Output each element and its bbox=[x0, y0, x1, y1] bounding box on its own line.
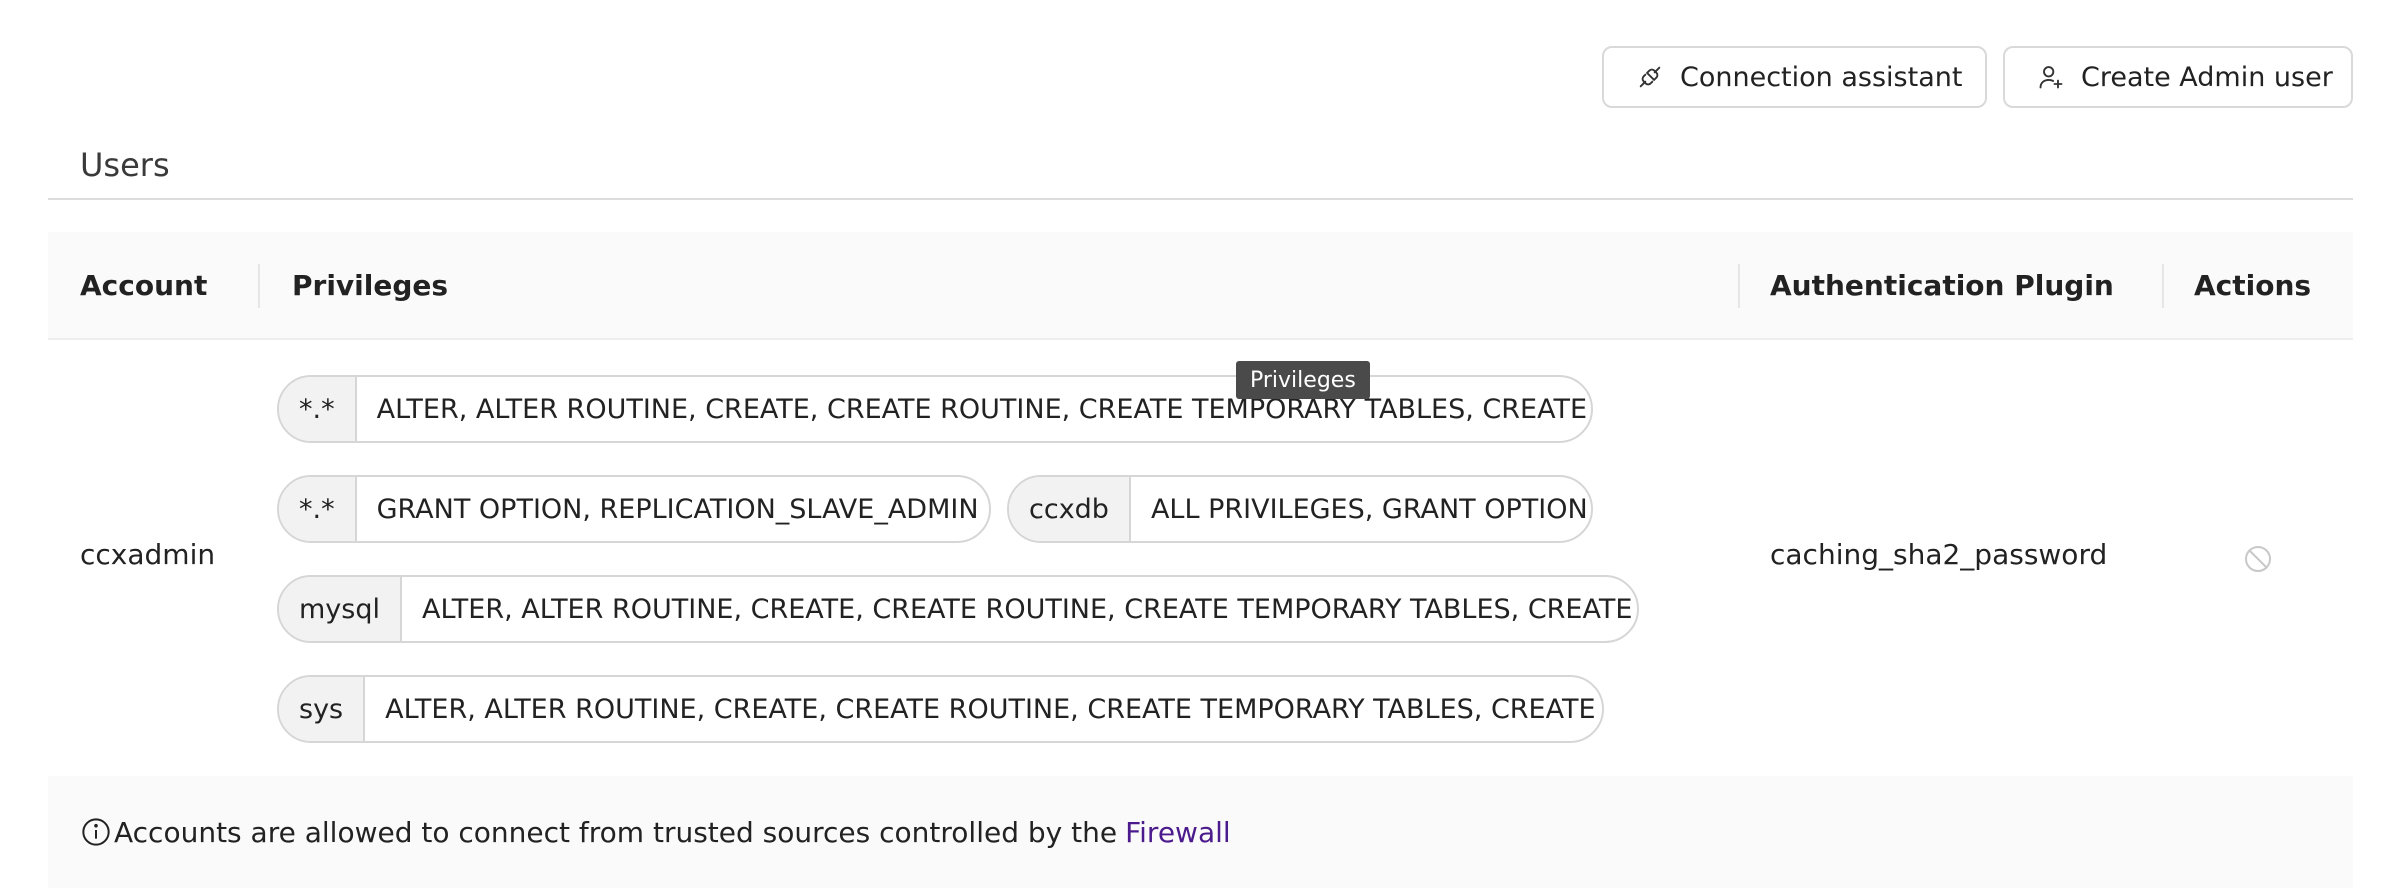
plug-icon bbox=[1634, 61, 1666, 93]
privilege-scope: mysql bbox=[279, 577, 402, 641]
column-header-auth-plugin: Authentication Plugin bbox=[1770, 268, 2114, 302]
privilege-chip[interactable]: sys ALTER, ALTER ROUTINE, CREATE, CREATE… bbox=[277, 675, 1604, 743]
disabled-icon[interactable] bbox=[2242, 543, 2274, 575]
privilege-chip[interactable]: mysql ALTER, ALTER ROUTINE, CREATE, CREA… bbox=[277, 575, 1639, 643]
column-separator bbox=[258, 264, 260, 308]
info-icon bbox=[80, 816, 112, 848]
connection-assistant-button[interactable]: Connection assistant bbox=[1602, 46, 1987, 108]
column-separator bbox=[1738, 264, 1740, 308]
column-separator bbox=[2162, 264, 2164, 308]
account-name: ccxadmin bbox=[80, 538, 216, 571]
table-footer: Accounts are allowed to connect from tru… bbox=[48, 776, 2353, 888]
privilege-list: ALL PRIVILEGES, GRANT OPTION bbox=[1150, 493, 1588, 525]
firewall-link[interactable]: Firewall bbox=[1125, 816, 1231, 849]
column-header-actions: Actions bbox=[2194, 268, 2312, 302]
auth-plugin-value: caching_sha2_password bbox=[1770, 538, 2108, 571]
column-header-privileges: Privileges bbox=[292, 268, 449, 302]
privilege-scope: *.* bbox=[279, 477, 357, 541]
table-header: Account Privileges Authentication Plugin… bbox=[48, 232, 2353, 340]
create-admin-user-label: Create Admin user bbox=[2081, 61, 2333, 93]
privilege-list: ALTER, ALTER ROUTINE, CREATE, CREATE ROU… bbox=[422, 593, 1637, 625]
table-row: ccxadmin *.* ALTER, ALTER ROUTINE, CREAT… bbox=[48, 340, 2353, 776]
privilege-list: ALTER, ALTER ROUTINE, CREATE, CREATE ROU… bbox=[376, 393, 1591, 425]
privilege-chip[interactable]: *.* ALTER, ALTER ROUTINE, CREATE, CREATE… bbox=[277, 375, 1593, 443]
privilege-scope: ccxdb bbox=[1009, 477, 1131, 541]
section-title: Users bbox=[80, 146, 170, 184]
section-divider bbox=[48, 198, 2353, 200]
privileges-tooltip: Privileges bbox=[1236, 361, 1370, 399]
privilege-list: GRANT OPTION, REPLICATION_SLAVE_ADMIN bbox=[376, 493, 979, 525]
privilege-chip[interactable]: ccxdb ALL PRIVILEGES, GRANT OPTION bbox=[1007, 475, 1593, 543]
connection-assistant-label: Connection assistant bbox=[1680, 61, 1963, 93]
privilege-list: ALTER, ALTER ROUTINE, CREATE, CREATE ROU… bbox=[385, 693, 1602, 725]
privilege-scope: sys bbox=[279, 677, 366, 741]
privilege-scope: *.* bbox=[279, 377, 357, 441]
create-admin-user-button[interactable]: Create Admin user bbox=[2003, 46, 2353, 108]
privilege-chip[interactable]: *.* GRANT OPTION, REPLICATION_SLAVE_ADMI… bbox=[277, 475, 991, 543]
add-user-icon bbox=[2035, 61, 2067, 93]
column-header-account: Account bbox=[80, 268, 208, 302]
firewall-note: Accounts are allowed to connect from tru… bbox=[114, 815, 1118, 849]
